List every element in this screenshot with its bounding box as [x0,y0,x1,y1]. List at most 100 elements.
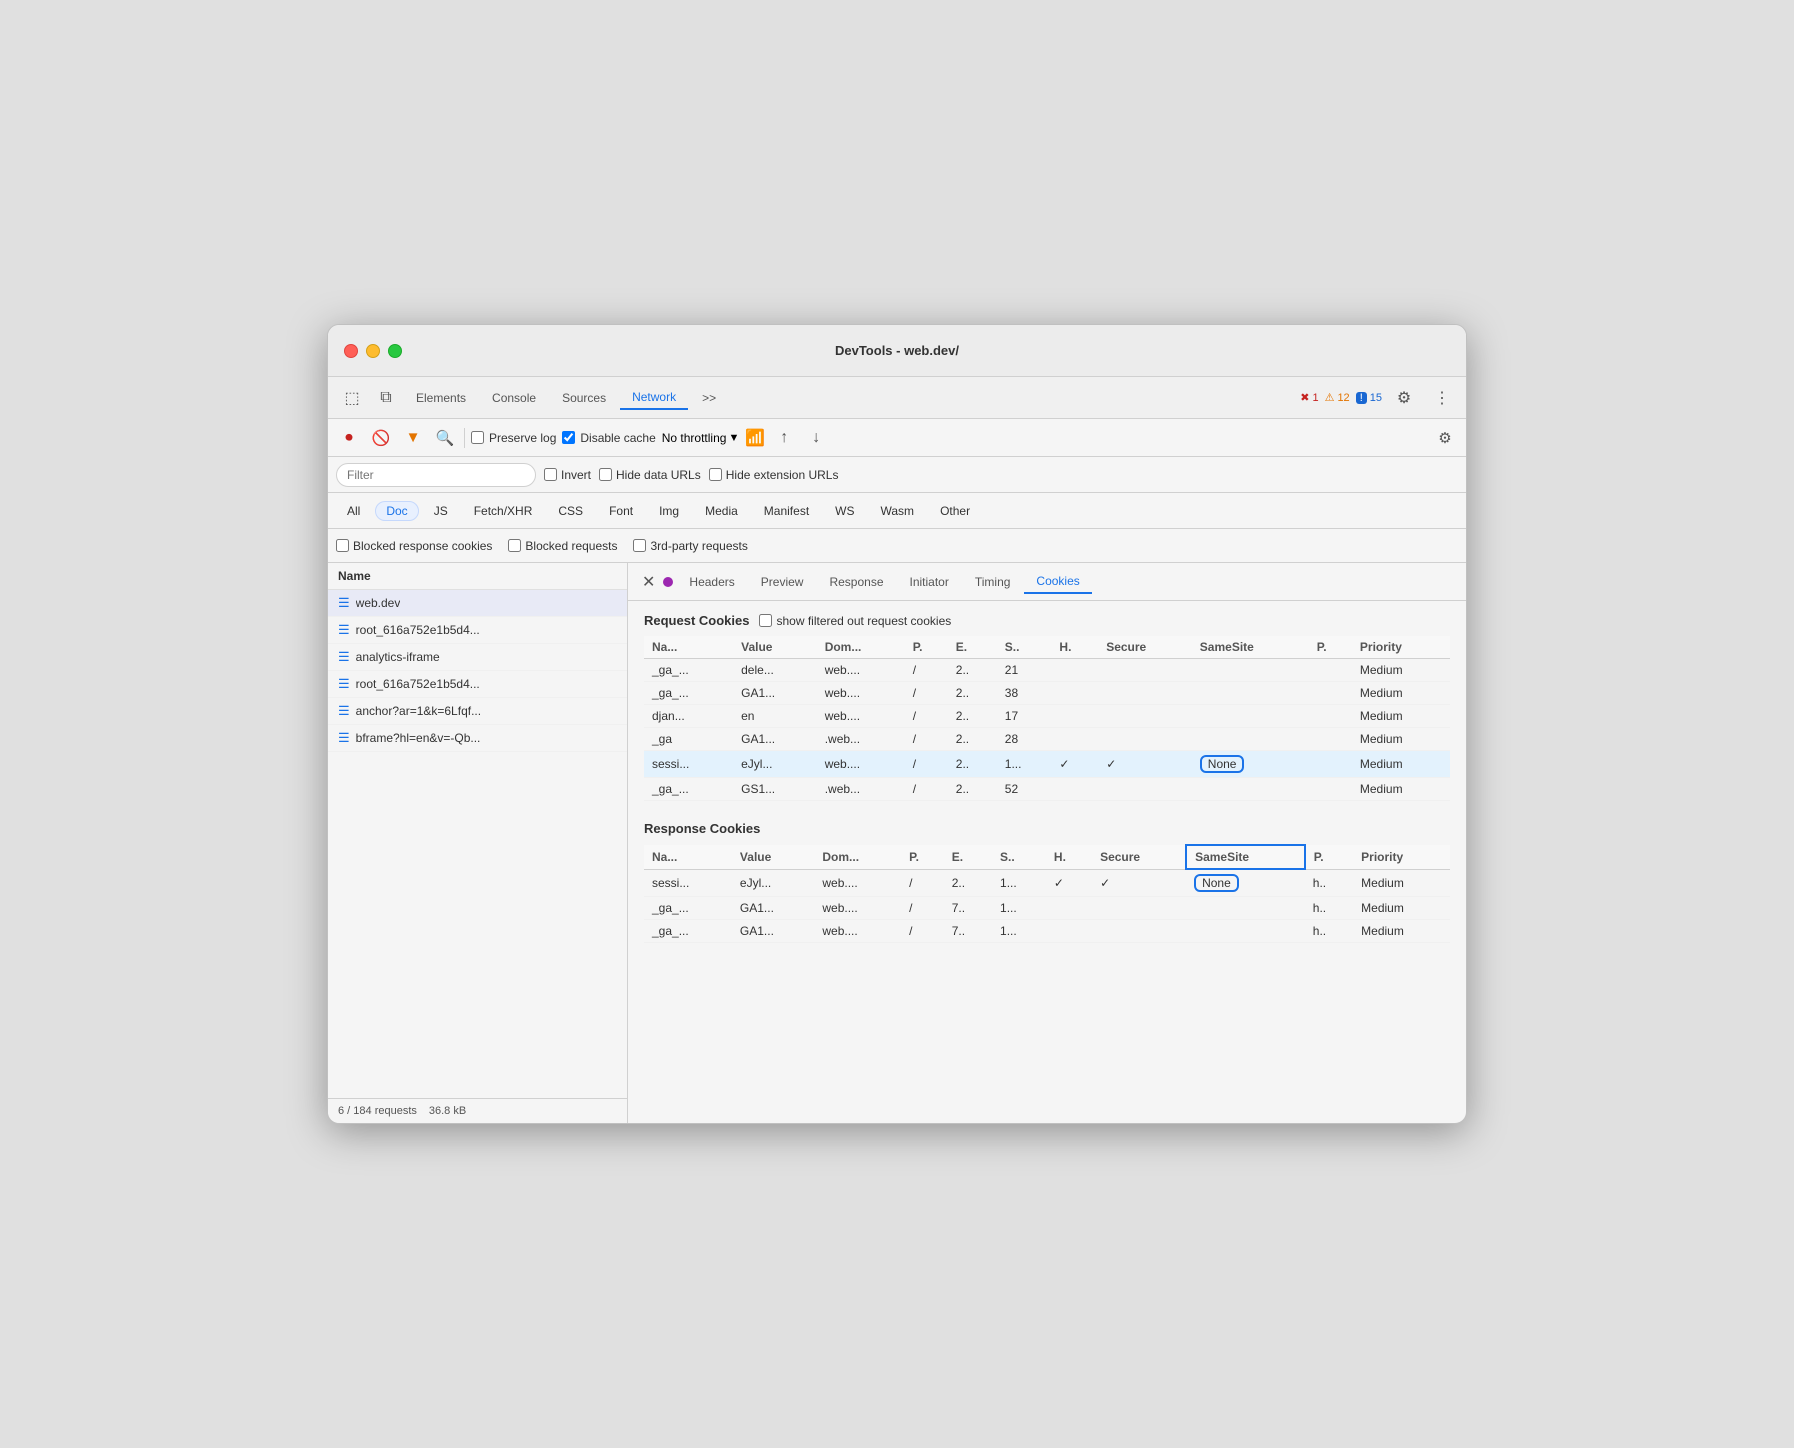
file-name-2: analytics-iframe [356,650,440,664]
tab-elements[interactable]: Elements [404,387,478,409]
disable-cache-checkbox[interactable]: Disable cache [562,431,655,445]
throttle-selector[interactable]: No throttling ▼ [662,431,740,445]
type-btn-ws[interactable]: WS [824,501,865,521]
resp-col-secure[interactable]: Secure [1092,845,1186,869]
file-name-4: anchor?ar=1&k=6Lfqf... [356,704,481,718]
file-item-5[interactable]: ☰ bframe?hl=en&v=-Qb... [328,725,627,752]
table-row[interactable]: _ga_... GS1... .web... / 2.. 52 Medi [644,778,1450,801]
tab-sources[interactable]: Sources [550,387,618,409]
file-item-3[interactable]: ☰ root_616a752e1b5d4... [328,671,627,698]
type-btn-manifest[interactable]: Manifest [753,501,820,521]
type-btn-doc[interactable]: Doc [375,501,418,521]
info-icon: ! [1356,392,1367,404]
error-badge: ✖ 1 [1300,391,1318,404]
col-value[interactable]: Value [733,636,817,659]
inspect-icon[interactable]: ⬚ [336,382,368,414]
col-name[interactable]: Na... [644,636,733,659]
type-btn-img[interactable]: Img [648,501,690,521]
device-icon[interactable]: ⧉ [370,382,402,414]
tab-response[interactable]: Response [817,571,895,593]
resp-col-samesite[interactable]: SameSite [1186,845,1305,869]
resp-col-expires[interactable]: E. [944,845,992,869]
close-detail-button[interactable]: ✕ [636,570,661,594]
file-list-footer: 6 / 184 requests 36.8 kB [328,1098,627,1123]
tab-timing[interactable]: Timing [963,571,1023,593]
col-expires[interactable]: E. [948,636,997,659]
close-button[interactable] [344,344,358,358]
hide-data-urls-checkbox[interactable]: Hide data URLs [599,468,701,482]
show-filtered-checkbox[interactable]: show filtered out request cookies [759,614,951,628]
record-button[interactable]: ⏺ [336,425,362,451]
tab-initiator[interactable]: Initiator [898,571,961,593]
response-cookies-header: Response Cookies [644,821,1450,836]
col-priority[interactable]: Priority [1352,636,1450,659]
settings-icon[interactable]: ⚙ [1388,382,1420,414]
invert-checkbox[interactable]: Invert [544,468,591,482]
type-btn-css[interactable]: CSS [547,501,594,521]
request-cookies-title: Request Cookies [644,613,749,628]
tab-network[interactable]: Network [620,386,688,410]
table-row-highlighted[interactable]: sessi... eJyl... web.... / 2.. 1... ✓ ✓ … [644,751,1450,778]
col-httponly[interactable]: H. [1051,636,1098,659]
type-btn-all[interactable]: All [336,501,371,521]
table-row[interactable]: _ga_... dele... web.... / 2.. 21 Med [644,659,1450,682]
resp-col-priority[interactable]: Priority [1353,845,1450,869]
type-btn-media[interactable]: Media [694,501,749,521]
resp-col-priority-abbr[interactable]: P. [1305,845,1353,869]
maximize-button[interactable] [388,344,402,358]
resp-col-name[interactable]: Na... [644,845,732,869]
type-btn-font[interactable]: Font [598,501,644,521]
error-icon: ✖ [1300,391,1309,404]
search-button[interactable]: 🔍 [432,425,458,451]
samesite-none-badge-resp: None [1194,874,1239,892]
table-row[interactable]: sessi... eJyl... web.... / 2.. 1... ✓ ✓ … [644,869,1450,897]
resp-col-value[interactable]: Value [732,845,814,869]
file-item-0[interactable]: ☰ web.dev [328,590,627,617]
resp-col-path[interactable]: P. [901,845,944,869]
col-secure[interactable]: Secure [1098,636,1192,659]
file-item-2[interactable]: ☰ analytics-iframe [328,644,627,671]
wifi-icon: 📶 [745,428,765,448]
table-row[interactable]: djan... en web.... / 2.. 17 Medium [644,705,1450,728]
network-settings-icon[interactable]: ⚙ [1432,425,1458,451]
more-options-icon[interactable]: ⋮ [1426,382,1458,414]
blocked-requests-checkbox[interactable]: Blocked requests [508,539,617,553]
type-btn-js[interactable]: JS [423,501,459,521]
table-row[interactable]: _ga_... GA1... web.... / 7.. 1... h.. [644,920,1450,943]
download-icon[interactable]: ↓ [803,425,829,451]
type-btn-other[interactable]: Other [929,501,981,521]
col-samesite[interactable]: SameSite [1192,636,1309,659]
preserve-log-checkbox[interactable]: Preserve log [471,431,556,445]
col-priority-abbr[interactable]: P. [1309,636,1352,659]
file-item-1[interactable]: ☰ root_616a752e1b5d4... [328,617,627,644]
file-icon-1: ☰ [338,622,350,638]
col-size[interactable]: S.. [997,636,1052,659]
tab-headers[interactable]: Headers [677,571,746,593]
resp-col-size[interactable]: S.. [992,845,1046,869]
resp-col-httponly[interactable]: H. [1046,845,1092,869]
filter-input[interactable] [336,463,536,487]
tab-console[interactable]: Console [480,387,548,409]
type-btn-fetch[interactable]: Fetch/XHR [463,501,544,521]
tab-cookies[interactable]: Cookies [1024,570,1091,594]
file-item-4[interactable]: ☰ anchor?ar=1&k=6Lfqf... [328,698,627,725]
type-btn-wasm[interactable]: Wasm [870,501,926,521]
table-row[interactable]: _ga GA1... .web... / 2.. 28 Medium [644,728,1450,751]
upload-icon[interactable]: ↑ [771,425,797,451]
tab-preview[interactable]: Preview [749,571,816,593]
blocked-response-cookies-checkbox[interactable]: Blocked response cookies [336,539,492,553]
clear-button[interactable]: 🚫 [368,425,394,451]
minimize-button[interactable] [366,344,380,358]
hide-ext-urls-checkbox[interactable]: Hide extension URLs [709,468,839,482]
col-path[interactable]: P. [905,636,948,659]
filter-button[interactable]: ▼ [400,425,426,451]
col-domain[interactable]: Dom... [817,636,905,659]
table-row[interactable]: _ga_... GA1... web.... / 2.. 38 Medi [644,682,1450,705]
table-row[interactable]: _ga_... GA1... web.... / 7.. 1... h.. [644,897,1450,920]
throttle-arrow[interactable]: ▼ [728,432,739,444]
tab-more[interactable]: >> [690,387,728,409]
file-icon-4: ☰ [338,703,350,719]
resp-col-domain[interactable]: Dom... [814,845,901,869]
network-toolbar: ⏺ 🚫 ▼ 🔍 Preserve log Disable cache No th… [328,419,1466,457]
third-party-checkbox[interactable]: 3rd-party requests [633,539,747,553]
